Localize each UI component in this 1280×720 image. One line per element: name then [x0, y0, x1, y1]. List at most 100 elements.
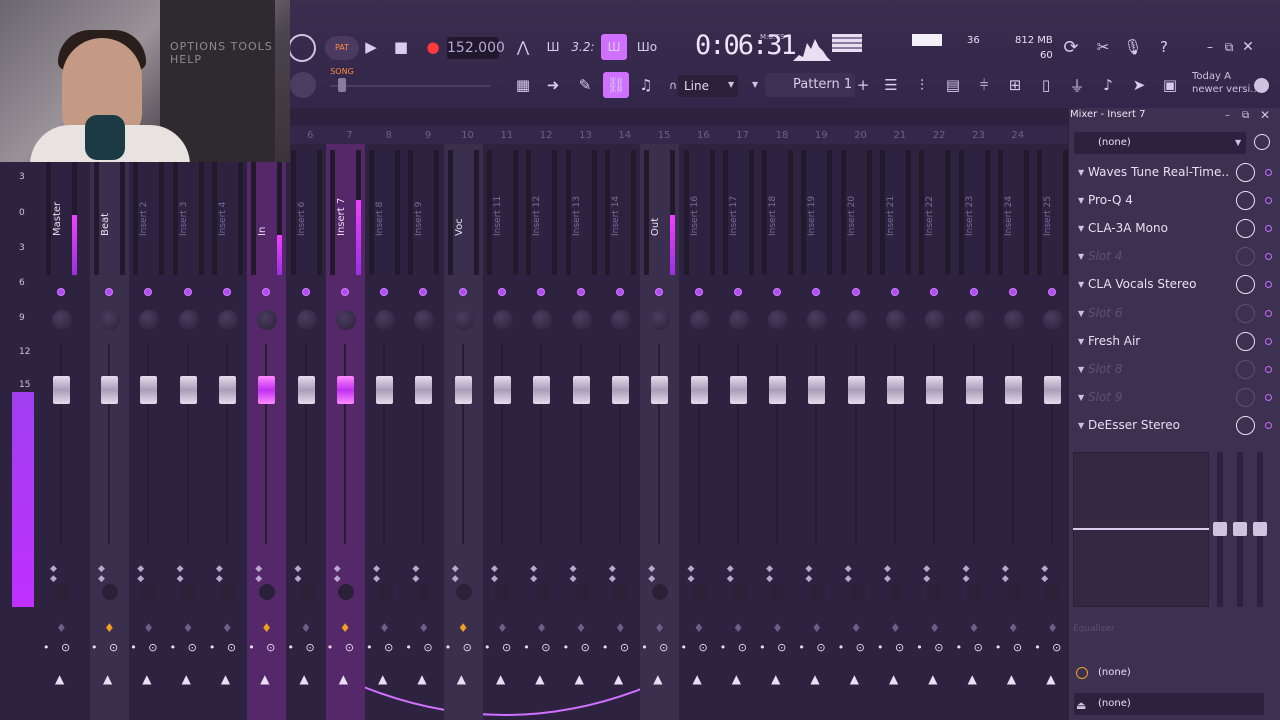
pan-knob[interactable] [453, 310, 474, 330]
stereo-knob[interactable] [377, 584, 394, 600]
send-arrow-icon[interactable]: ▲ [732, 672, 741, 686]
volume-fader[interactable] [808, 376, 826, 404]
input-output-dots[interactable]: • ⊙ [43, 641, 74, 654]
pan-knob[interactable] [414, 310, 435, 330]
send-arrow-icon[interactable]: ▲ [221, 672, 230, 686]
route-icon[interactable]: ♦ [261, 621, 272, 635]
volume-fader[interactable] [297, 376, 315, 404]
input-output-dots[interactable]: • ⊙ [681, 641, 712, 654]
pan-dot[interactable] [105, 288, 113, 296]
stereo-arrows[interactable]: ◆ ◆ [295, 564, 326, 584]
stereo-knob[interactable] [54, 584, 70, 600]
pan-knob[interactable] [925, 310, 946, 330]
slot-arrow-icon[interactable]: ▼ [1078, 159, 1084, 186]
route-icon[interactable]: ♦ [1047, 621, 1058, 635]
browser-icon[interactable]: ⊞ [1002, 72, 1028, 98]
mixer-strip[interactable]: Insert 25 ◆ ◆ ♦ • ⊙ ▲ [1033, 144, 1072, 720]
slot-enable-toggle[interactable] [1265, 421, 1272, 429]
stereo-arrows[interactable]: ◆ ◆ [452, 564, 483, 584]
eq-band-handle[interactable] [1213, 522, 1227, 536]
wait-input-icon[interactable]: Ш [540, 34, 566, 60]
mixer-strip[interactable]: Master ◆ ◆ ♦ • ⊙ ▲ [42, 144, 81, 720]
input-output-dots[interactable]: • ⊙ [956, 641, 987, 654]
volume-fader[interactable] [454, 376, 472, 404]
send-arrow-icon[interactable]: ▲ [771, 672, 780, 686]
volume-fader[interactable] [690, 376, 708, 404]
mixer-strip[interactable]: Insert 9 ◆ ◆ ♦ • ⊙ ▲ [404, 144, 443, 720]
route-icon[interactable]: ♦ [772, 621, 783, 635]
effect-slot[interactable]: ▼ Slot 9 [1070, 384, 1280, 411]
pan-knob[interactable] [964, 310, 985, 330]
input-output-dots[interactable]: • ⊙ [405, 641, 436, 654]
slot-enable-toggle[interactable] [1265, 253, 1272, 261]
input-output-dots[interactable]: • ⊙ [288, 641, 319, 654]
add-pattern-icon[interactable]: + [850, 72, 876, 98]
pan-dot[interactable] [262, 288, 271, 296]
stereo-arrows[interactable]: ◆ ◆ [963, 564, 994, 584]
stereo-arrows[interactable]: ◆ ◆ [98, 564, 129, 584]
route-icon[interactable]: ♦ [851, 621, 862, 635]
input-output-dots[interactable]: • ⊙ [523, 641, 554, 654]
eq-band-handle[interactable] [1253, 522, 1267, 536]
stereo-knob[interactable] [888, 584, 904, 600]
input-output-dots[interactable]: • ⊙ [366, 641, 397, 654]
send-arrow-icon[interactable]: ▲ [535, 672, 544, 686]
route-icon[interactable]: ♦ [576, 621, 587, 635]
cart-icon[interactable]: ▣ [1157, 72, 1183, 98]
pan-knob[interactable] [1043, 310, 1064, 330]
eq-band-handle[interactable] [1233, 522, 1247, 536]
brush-icon[interactable]: ✎ [572, 72, 598, 98]
send-arrow-icon[interactable]: ▲ [142, 672, 151, 686]
stereo-knob[interactable] [455, 584, 472, 600]
pan-dot[interactable] [969, 288, 978, 296]
pan-dot[interactable] [498, 288, 506, 296]
stereo-arrows[interactable]: ◆ ◆ [766, 564, 797, 584]
mixer-strip[interactable]: Insert 18 ◆ ◆ ♦ • ⊙ ▲ [758, 144, 797, 720]
record-icon[interactable]: ● [420, 34, 446, 60]
stereo-knob[interactable] [848, 584, 865, 600]
send-arrow-icon[interactable]: ▲ [653, 672, 662, 686]
pan-knob[interactable] [493, 310, 513, 330]
stereo-knob[interactable] [298, 584, 315, 600]
pan-knob[interactable] [610, 310, 631, 330]
mix-knob[interactable] [1236, 163, 1255, 182]
effect-slot[interactable]: ▼ Slot 4 [1070, 243, 1280, 270]
send-arrow-icon[interactable]: ▲ [182, 672, 191, 686]
mixer-strip[interactable]: Insert 24 ◆ ◆ ♦ • ⊙ ▲ [994, 144, 1033, 720]
typing-keyboard-icon[interactable]: Ш [601, 34, 627, 60]
input-output-dots[interactable]: • ⊙ [327, 641, 358, 654]
stereo-knob[interactable] [534, 584, 551, 600]
route-icon[interactable]: ♦ [1008, 621, 1019, 635]
pan-knob[interactable] [100, 310, 120, 330]
pan-dot[interactable] [57, 288, 65, 296]
master-pitch-knob[interactable] [290, 72, 316, 98]
mixer-strip[interactable]: Insert 12 ◆ ◆ ♦ • ⊙ ▲ [522, 144, 561, 720]
stereo-knob[interactable] [102, 584, 118, 600]
stereo-arrows[interactable]: ◆ ◆ [1041, 564, 1072, 584]
pan-knob[interactable] [886, 310, 906, 330]
stereo-arrows[interactable]: ◆ ◆ [137, 564, 168, 584]
input-output-dots[interactable]: • ⊙ [759, 641, 790, 654]
mixer-strip[interactable]: Insert 20 ◆ ◆ ♦ • ⊙ ▲ [837, 144, 876, 720]
slot-enable-toggle[interactable] [1265, 281, 1272, 289]
stereo-arrows[interactable]: ◆ ◆ [923, 564, 954, 584]
input-output-dots[interactable]: • ⊙ [445, 641, 476, 654]
stereo-knob[interactable] [141, 584, 158, 600]
send-arrow-icon[interactable]: ▲ [1007, 672, 1016, 686]
input-output-dots[interactable]: • ⊙ [91, 641, 122, 654]
mixer-strip[interactable]: Out ◆ ◆ ♦ • ⊙ ▲ [640, 144, 680, 720]
stereo-knob[interactable] [416, 584, 433, 600]
volume-fader[interactable] [415, 376, 433, 404]
pan-dot[interactable] [851, 288, 860, 296]
microphone-icon[interactable]: 🎙 [1120, 34, 1146, 60]
pan-knob[interactable] [768, 310, 789, 330]
pan-dot[interactable] [183, 288, 192, 296]
volume-fader[interactable] [140, 376, 158, 404]
pan-knob[interactable] [335, 310, 356, 330]
slot-enable-toggle[interactable] [1265, 169, 1272, 176]
undo-icon[interactable]: ⟳ [1058, 34, 1084, 60]
route-icon[interactable]: ♦ [811, 621, 822, 635]
route-icon[interactable]: ♦ [458, 621, 469, 635]
stereo-knob[interactable] [927, 584, 944, 600]
stereo-knob[interactable] [809, 584, 826, 600]
